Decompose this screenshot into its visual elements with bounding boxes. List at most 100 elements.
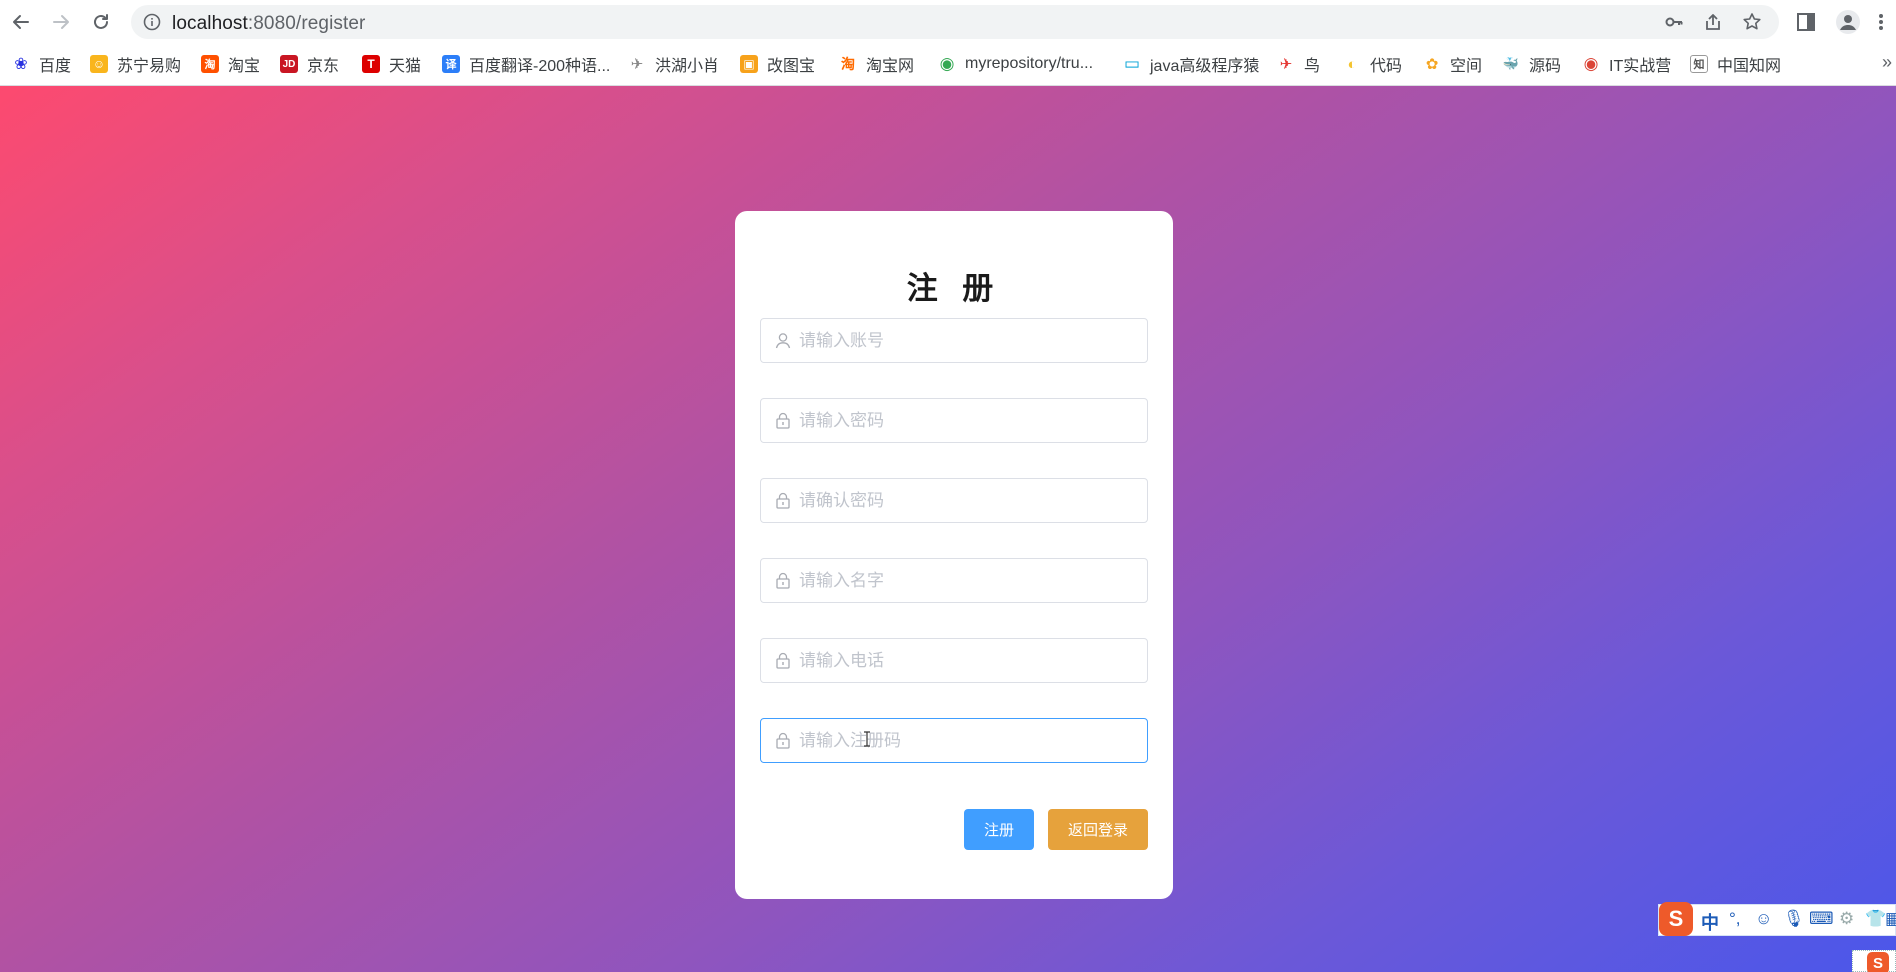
bookmark-label: 源码 bbox=[1529, 58, 1562, 75]
ime-mode-toggle[interactable]: 中 bbox=[1701, 909, 1719, 935]
phone-field[interactable] bbox=[760, 638, 1148, 683]
bookmark-label: java高级程序猿 bbox=[1150, 58, 1260, 75]
bookmark-item[interactable]: T 天猫 bbox=[362, 52, 421, 76]
side-panel-icon[interactable] bbox=[1795, 11, 1817, 33]
arrow-left-icon bbox=[13, 15, 29, 29]
baidu-translate-icon: 译 bbox=[442, 55, 460, 73]
bookmark-item[interactable]: 淘淘宝 bbox=[201, 52, 260, 76]
registration-code-input[interactable] bbox=[799, 719, 1139, 762]
kebab-menu-icon[interactable] bbox=[1876, 11, 1886, 33]
more-bookmarks-icon[interactable]: » bbox=[1882, 52, 1892, 73]
share-icon[interactable] bbox=[1703, 12, 1723, 32]
ime-tray[interactable]: S bbox=[1852, 950, 1896, 972]
name-input[interactable] bbox=[799, 559, 1139, 602]
bookmark-item[interactable]: 淘淘宝网 bbox=[839, 52, 914, 76]
bookmark-label: IT实战营 bbox=[1609, 58, 1672, 75]
password-field[interactable] bbox=[760, 398, 1148, 443]
bookmark-label: 鸟 bbox=[1304, 58, 1321, 75]
forward-button[interactable] bbox=[46, 7, 76, 37]
registration-code-field[interactable] bbox=[760, 718, 1148, 763]
qzone-icon: ✿ bbox=[1425, 56, 1439, 73]
bookmark-item[interactable]: ◐ 代码 bbox=[1343, 52, 1402, 76]
lock-icon bbox=[776, 412, 790, 429]
info-icon[interactable] bbox=[143, 13, 161, 31]
bookmark-label: 苏宁易购 bbox=[117, 58, 182, 75]
tmall-icon: T bbox=[362, 55, 380, 73]
lock-icon bbox=[776, 572, 790, 589]
bookmark-item[interactable]: ✈ 鸟 bbox=[1277, 52, 1320, 76]
sogou-logo-icon[interactable]: S bbox=[1659, 902, 1693, 936]
baidu-paw-icon: ❀ bbox=[14, 56, 28, 73]
profile-avatar-icon[interactable] bbox=[1835, 9, 1861, 35]
password-input[interactable] bbox=[799, 399, 1139, 442]
bookmark-item[interactable]: 知中国知网 bbox=[1690, 52, 1781, 76]
bookmark-item[interactable]: 译百度翻译-200种语... bbox=[442, 52, 610, 76]
bookmark-label: 中国知网 bbox=[1717, 58, 1782, 75]
emoji-icon[interactable]: ☺ bbox=[1755, 909, 1772, 929]
bookmark-label: 京东 bbox=[307, 58, 340, 75]
keyboard-icon[interactable]: ⌨ bbox=[1809, 909, 1834, 929]
cnki-icon: 知 bbox=[1690, 55, 1708, 73]
taobao-icon: 淘 bbox=[841, 56, 855, 72]
user-icon bbox=[775, 333, 791, 349]
code-icon: ◐ bbox=[1347, 55, 1357, 73]
taobao-icon: 淘 bbox=[201, 55, 219, 73]
reload-button[interactable] bbox=[86, 7, 116, 37]
back-button[interactable] bbox=[6, 7, 36, 37]
name-field[interactable] bbox=[760, 558, 1148, 603]
url-path: :8080/register bbox=[247, 13, 366, 34]
username-input[interactable] bbox=[799, 319, 1139, 362]
bookmark-label: 百度 bbox=[39, 58, 72, 75]
lock-icon bbox=[776, 732, 790, 749]
reload-icon bbox=[94, 14, 108, 29]
address-bar[interactable]: localhost:8080/register bbox=[131, 5, 1779, 39]
sogou-tray-icon[interactable]: S bbox=[1867, 952, 1889, 972]
ime-toolbar[interactable]: S 中 °, ☺ 🎙 ⌨ ⚙ 👕 ▦ bbox=[1658, 902, 1896, 936]
bilibili-icon: ▭ bbox=[1123, 54, 1141, 73]
back-to-login-button[interactable]: 返回登录 bbox=[1048, 809, 1148, 850]
skin-icon[interactable]: 👕 bbox=[1865, 909, 1886, 929]
docker-icon: 🐳 bbox=[1502, 56, 1520, 71]
grid-menu-icon[interactable]: ▦ bbox=[1885, 909, 1896, 929]
bookmarks-bar: ❀ 百度 ☺ 苏宁易购 淘淘宝 JD 京东 T 天猫 译百度翻译-200种语... ✈ 洪… bbox=[0, 44, 1896, 86]
jd-icon: JD bbox=[280, 55, 298, 73]
suning-icon: ☺ bbox=[90, 55, 108, 73]
bookmark-item[interactable]: 🐳 源码 bbox=[1502, 52, 1561, 76]
bookmark-label: myrepository/tru... bbox=[965, 55, 1094, 72]
confirm-password-input[interactable] bbox=[799, 479, 1139, 522]
chrome-icon: ◉ bbox=[939, 54, 955, 73]
phone-input[interactable] bbox=[799, 639, 1139, 682]
gaitubao-icon: ▣ bbox=[740, 55, 758, 73]
page-title: 注 册 bbox=[906, 271, 1002, 306]
bookmark-label: 空间 bbox=[1450, 58, 1483, 75]
chrome-red-icon: ◉ bbox=[1583, 54, 1599, 73]
bookmark-item[interactable]: ❀ 百度 bbox=[12, 52, 71, 76]
bookmark-item[interactable]: ◉ myrepository/tru... bbox=[938, 52, 1093, 76]
bookmark-item[interactable]: ▭ java高级程序猿 bbox=[1123, 52, 1259, 76]
ime-punctuation-toggle[interactable]: °, bbox=[1729, 909, 1741, 929]
bookmark-label: 洪湖小肖 bbox=[655, 58, 720, 75]
star-icon[interactable] bbox=[1742, 12, 1762, 32]
bookmark-item[interactable]: ▣ 改图宝 bbox=[740, 52, 815, 76]
bookmark-item[interactable]: ☺ 苏宁易购 bbox=[90, 52, 181, 76]
key-icon[interactable] bbox=[1664, 12, 1684, 32]
bookmark-label: 代码 bbox=[1370, 58, 1403, 75]
microphone-icon[interactable]: 🎙 bbox=[1783, 909, 1805, 929]
bookmark-item[interactable]: JD 京东 bbox=[280, 52, 339, 76]
arrow-right-icon bbox=[53, 15, 69, 29]
username-field[interactable] bbox=[760, 318, 1148, 363]
register-page-background: 注 册 注册 返回登录 bbox=[0, 86, 1896, 972]
bookmark-label: 淘宝网 bbox=[866, 58, 915, 75]
bookmark-label: 天猫 bbox=[389, 58, 422, 75]
bookmark-label: 淘宝 bbox=[228, 58, 261, 75]
bookmark-item[interactable]: ✿ 空间 bbox=[1423, 52, 1482, 76]
register-button[interactable]: 注册 bbox=[964, 809, 1034, 850]
url-text[interactable]: localhost:8080/register bbox=[172, 13, 365, 35]
confirm-password-field[interactable] bbox=[760, 478, 1148, 523]
lock-icon bbox=[776, 492, 790, 509]
toolbox-icon[interactable]: ⚙ bbox=[1839, 909, 1854, 929]
bookmark-item[interactable]: ◉ IT实战营 bbox=[1582, 52, 1672, 76]
browser-toolbar: localhost:8080/register bbox=[0, 0, 1896, 44]
bookmark-item[interactable]: ✈ 洪湖小肖 bbox=[628, 52, 719, 76]
bird-icon: ✈ bbox=[630, 56, 644, 73]
